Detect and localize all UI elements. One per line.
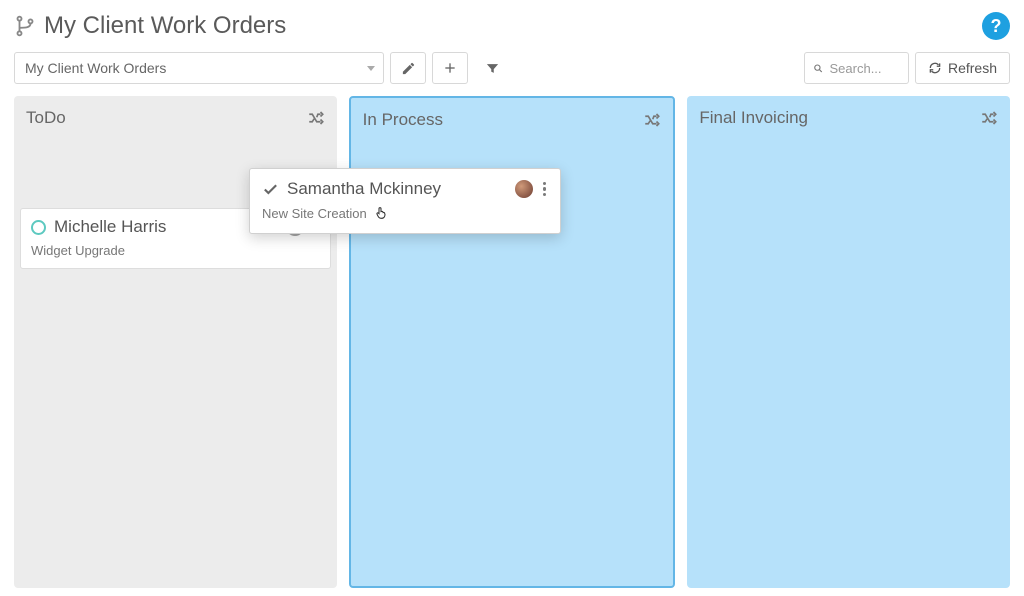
kanban-board: ToDo Michelle Harris Widget Upgrade	[14, 96, 1010, 588]
shuffle-icon[interactable]	[643, 111, 661, 129]
column-title: Final Invoicing	[699, 108, 980, 128]
filter-icon	[485, 61, 500, 76]
column-header: ToDo	[14, 96, 337, 140]
add-button[interactable]	[432, 52, 468, 84]
branch-icon	[14, 15, 36, 37]
shuffle-icon[interactable]	[980, 109, 998, 127]
column-header: In Process	[351, 98, 674, 142]
refresh-icon	[928, 61, 942, 75]
toolbar: My Client Work Orders Refresh	[14, 50, 1010, 96]
caret-down-icon	[367, 66, 375, 71]
cursor-hand-icon	[373, 205, 389, 221]
more-icon[interactable]	[541, 182, 549, 197]
view-select[interactable]: My Client Work Orders	[14, 52, 384, 84]
filter-button[interactable]	[474, 52, 510, 84]
column-title: In Process	[363, 110, 644, 130]
status-open-icon	[31, 220, 46, 235]
edit-button[interactable]	[390, 52, 426, 84]
plus-icon	[442, 60, 458, 76]
refresh-label: Refresh	[948, 60, 997, 76]
page-header: My Client Work Orders ?	[14, 8, 1010, 50]
search-icon	[813, 62, 824, 75]
pencil-icon	[401, 61, 416, 76]
help-icon[interactable]: ?	[982, 12, 1010, 40]
column-header: Final Invoicing	[687, 96, 1010, 140]
card-title: Michelle Harris	[54, 217, 278, 237]
check-icon	[262, 181, 279, 198]
card-subtitle: Widget Upgrade	[31, 243, 320, 258]
refresh-button[interactable]: Refresh	[915, 52, 1010, 84]
search-input[interactable]	[830, 61, 900, 76]
avatar	[515, 180, 533, 198]
work-order-card-dragging[interactable]: Samantha Mckinney New Site Creation	[249, 168, 561, 234]
shuffle-icon[interactable]	[307, 109, 325, 127]
card-subtitle: New Site Creation	[262, 206, 367, 221]
column-final-invoicing: Final Invoicing	[687, 96, 1010, 588]
view-select-label: My Client Work Orders	[25, 60, 166, 76]
column-title: ToDo	[26, 108, 307, 128]
search-box[interactable]	[804, 52, 909, 84]
card-title: Samantha Mckinney	[287, 179, 507, 199]
column-body[interactable]	[687, 140, 1010, 588]
page-title: My Client Work Orders	[44, 12, 982, 40]
